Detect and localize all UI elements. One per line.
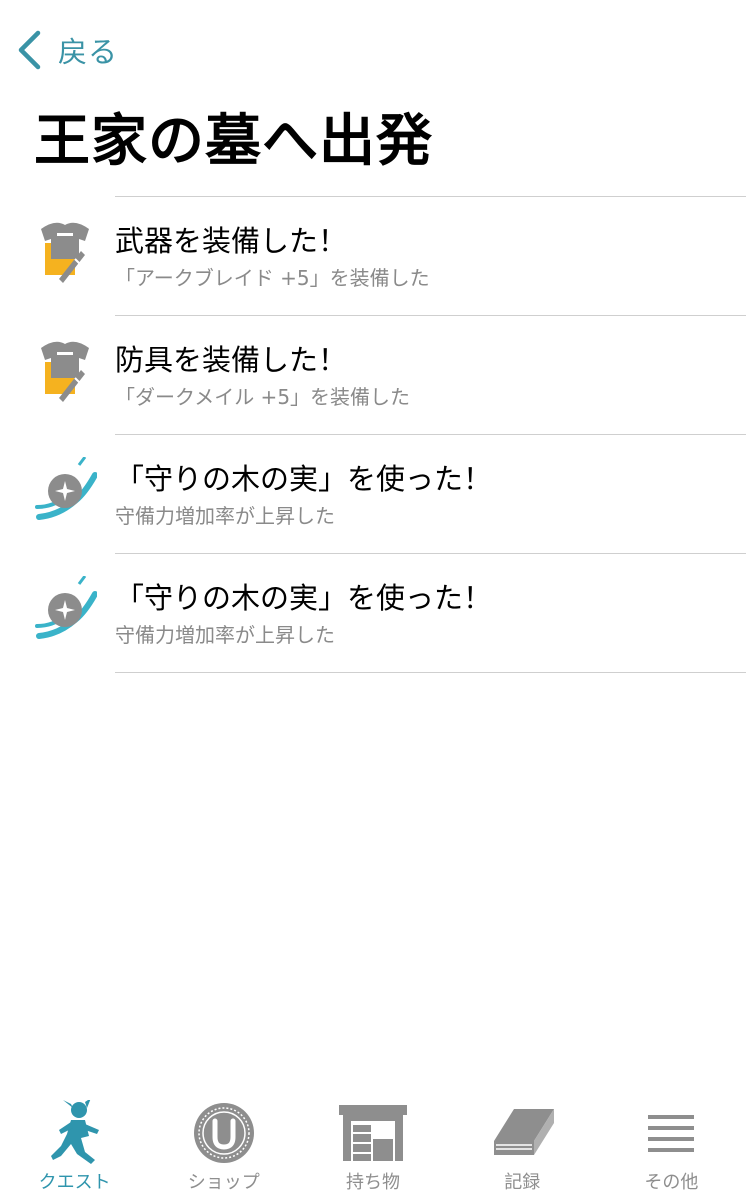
tab-label: その他 [644,1172,699,1193]
tab-label: 記録 [504,1172,541,1193]
log-subtitle: 「ダークメイル +5」を装備した [115,385,411,409]
action-log-list: 武器を装備した！ 「アークブレイド +5」を装備した 防具を装備した！ 「ダーク… [0,196,746,673]
divider [115,672,746,673]
tab-quest[interactable]: クエスト [0,1092,149,1200]
equip-icon [35,338,97,408]
tab-more[interactable]: その他 [597,1092,746,1200]
tab-label: 持ち物 [346,1172,400,1193]
tab-bar: クエスト ショップ 持ち物 記録 その他 [0,1092,746,1200]
tab-label: クエスト [38,1172,111,1193]
menu-icon [636,1100,706,1166]
log-title: 「守りの木の実」を使った！ [115,581,493,615]
equip-icon [35,219,97,289]
page-title: 王家の墓へ出発 [34,109,433,174]
log-subtitle: 「アークブレイド +5」を装備した [115,266,430,290]
list-item: 「守りの木の実」を使った！ 守備力増加率が上昇した [35,434,746,553]
tab-shop[interactable]: ショップ [149,1092,298,1200]
chevron-left-icon [16,28,46,72]
back-label: 戻る [58,35,119,69]
storehouse-icon [338,1100,408,1166]
log-subtitle: 守備力増加率が上昇した [115,623,335,647]
list-item: 防具を装備した！ 「ダークメイル +5」を装備した [41,315,746,434]
list-item: 「守りの木の実」を使った！ 守備力増加率が上昇した [35,553,746,672]
back-button[interactable]: 戻る [16,28,118,72]
item-use-icon [35,575,98,646]
tab-records[interactable]: 記録 [448,1092,597,1200]
item-use-icon [35,456,98,527]
book-icon [487,1100,557,1166]
running-hero-icon [40,1100,110,1166]
log-title: 武器を装備した！ [115,224,348,258]
tab-inventory[interactable]: 持ち物 [298,1092,447,1200]
tab-label: ショップ [187,1172,260,1193]
log-title: 防具を装備した！ [115,343,348,377]
coin-icon [189,1100,259,1166]
log-subtitle: 守備力増加率が上昇した [115,504,335,528]
log-title: 「守りの木の実」を使った！ [115,462,493,496]
list-item: 武器を装備した！ 「アークブレイド +5」を装備した [41,196,746,315]
